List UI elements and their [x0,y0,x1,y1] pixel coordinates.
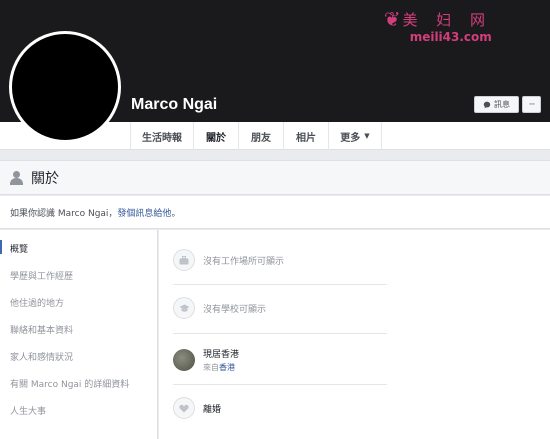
person-icon [10,170,23,185]
more-actions-button[interactable]: ··· [522,96,541,113]
divider [173,333,387,334]
current-city-text[interactable]: 現居香港 [203,347,239,360]
sidebar-item-overview[interactable]: 概覽 [10,242,28,255]
about-card-title: 關於 [31,170,59,187]
about-notice: 如果你認識 Marco Ngai， 發個訊息給他 。 [0,196,550,229]
sidebar-item-life-events[interactable]: 人生大事 [10,404,46,417]
residence-row: 現居香港 來自香港 [173,347,387,373]
watermark-title: 美 妇 网 [402,10,492,29]
tab-timeline-label: 生活時報 [142,132,182,144]
tab-timeline[interactable]: 生活時報 [130,122,193,150]
tab-photos-label: 相片 [296,132,316,144]
message-button-label: 訊息 [494,100,510,109]
overview-panel: 沒有工作場所可顯示 沒有學校可顯示 現居香港 來自香港 離婚 [159,230,550,439]
hometown-text: 來自香港 [203,362,239,373]
school-text: 沒有學校可顯示 [203,304,267,315]
tab-about-label: 關於 [206,132,226,144]
sidebar-item-contact-info[interactable]: 聯絡和基本資料 [10,323,73,336]
tab-more-label: 更多 [340,132,361,144]
about-sidebar: 概覽 學歷與工作經歷 他住過的地方 聯絡和基本資料 家人和感情狀況 有關 Mar… [0,230,158,439]
sidebar-item-work-education[interactable]: 學歷與工作經歷 [10,269,73,282]
about-card-header: 關於 [0,160,550,195]
tab-friends[interactable]: 朋友 [238,122,283,150]
sidebar-item-places[interactable]: 他住過的地方 [10,296,64,309]
caret-down-icon: ▼ [364,132,370,140]
work-text: 沒有工作場所可顯示 [203,256,285,267]
graduation-cap-icon [173,297,195,319]
watermark-url: meili43.com [409,30,492,44]
notice-suffix: 。 [171,208,181,219]
profile-name[interactable]: Marco Ngai [131,96,217,114]
work-row: 沒有工作場所可顯示 [173,249,387,271]
tab-more[interactable]: 更多 ▼ [328,122,382,150]
hometown-link[interactable]: 香港 [219,363,235,372]
hometown-prefix: 來自 [203,363,219,372]
heart-icon [173,397,195,419]
divider [173,284,387,285]
sidebar-active-indicator [0,240,2,254]
hong-kong-photo-icon [173,349,195,371]
notice-text: 如果你認識 Marco Ngai， [10,208,118,219]
send-message-link[interactable]: 發個訊息給他 [117,206,171,219]
chat-bubble-icon [483,101,491,108]
watermark: ❦ 美 妇 网 meili43.com [384,8,492,44]
briefcase-icon [173,249,195,271]
message-button[interactable]: 訊息 [474,96,519,113]
tab-photos[interactable]: 相片 [283,122,328,150]
relationship-text: 離婚 [203,404,222,415]
tab-about[interactable]: 關於 [193,122,238,150]
lotus-icon: ❦ [383,7,401,31]
profile-avatar[interactable] [9,31,121,143]
school-row: 沒有學校可顯示 [173,297,387,319]
tab-friends-label: 朋友 [251,132,271,144]
relationship-row: 離婚 [173,397,387,419]
sidebar-item-details[interactable]: 有關 Marco Ngai 的詳細資料 [10,377,129,390]
sidebar-item-family[interactable]: 家人和感情狀況 [10,350,73,363]
divider [173,384,387,385]
